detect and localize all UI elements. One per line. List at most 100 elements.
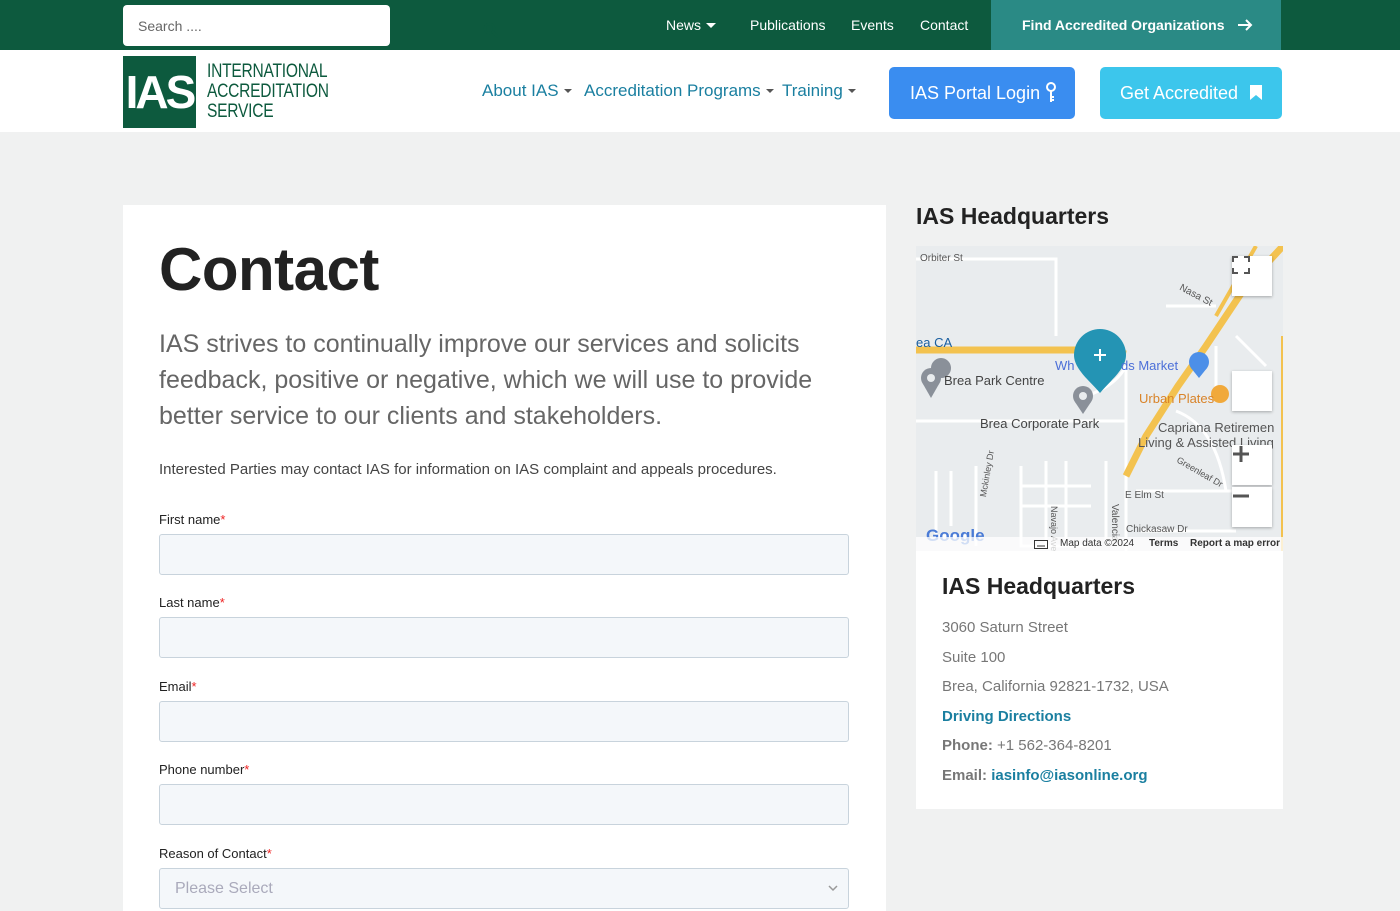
nav-accreditation-programs-label: Accreditation Programs bbox=[584, 81, 761, 100]
zoom-out-button[interactable] bbox=[1232, 487, 1272, 527]
map-label-brea-ca: ea CA bbox=[916, 335, 953, 350]
reason-label: Reason of Contact* bbox=[159, 846, 272, 861]
arrow-right-icon bbox=[1238, 19, 1253, 31]
top-bar: News Publications Events Contact Find Ac… bbox=[0, 0, 1400, 50]
logo-text: INTERNATIONAL ACCREDITATION SERVICE bbox=[207, 62, 329, 122]
required-mark: * bbox=[219, 595, 225, 610]
first-name-label: First name* bbox=[159, 512, 225, 527]
email-line: Email: iasinfo@iasonline.org bbox=[942, 767, 1148, 784]
find-accredited-button[interactable]: Find Accredited Organizations bbox=[991, 0, 1281, 50]
map-label-urban-plates: Urban Plates bbox=[1139, 391, 1215, 406]
address-line-2: Suite 100 bbox=[942, 649, 1006, 666]
reason-label-text: Reason of Contact bbox=[159, 846, 267, 861]
topnav-contact-label: Contact bbox=[920, 17, 969, 33]
map-label-capriana: Capriana Retiremen bbox=[1158, 420, 1275, 435]
email-label-text: Email bbox=[159, 679, 192, 694]
address-line-3: Brea, California 92821-1732, USA bbox=[942, 678, 1169, 695]
logo-line-3: SERVICE bbox=[207, 101, 274, 122]
portal-login-button[interactable]: IAS Portal Login bbox=[889, 67, 1075, 119]
map-label-elm: E Elm St bbox=[1125, 490, 1164, 501]
contact-card: Contact IAS strives to continually impro… bbox=[123, 205, 886, 911]
map-footer: Map data ©2024 Terms Report a map error bbox=[916, 537, 1283, 551]
map-label-market: ds Market bbox=[1121, 358, 1179, 373]
phone-field[interactable] bbox=[159, 784, 849, 825]
page-title: Contact bbox=[159, 236, 379, 303]
phone-line: Phone: +1 562-364-8201 bbox=[942, 737, 1112, 754]
topnav-publications[interactable]: Publications bbox=[750, 0, 826, 50]
caret-down-icon bbox=[563, 89, 572, 93]
reason-select[interactable]: Please Select bbox=[159, 868, 849, 909]
site-header: IAS INTERNATIONAL ACCREDITATION SERVICE … bbox=[0, 50, 1400, 132]
sidebar-title: IAS Headquarters bbox=[916, 203, 1110, 229]
plus-icon bbox=[1233, 446, 1249, 462]
zoom-in-button[interactable] bbox=[1232, 445, 1272, 485]
map-label-wh: Wh bbox=[1055, 358, 1075, 373]
get-accredited-label: Get Accredited bbox=[1120, 82, 1239, 103]
map-widget[interactable]: Orbiter St Nasa St ea CA Brea Park Centr… bbox=[916, 246, 1283, 551]
nav-accreditation-programs[interactable]: Accreditation Programs bbox=[584, 50, 774, 132]
topnav-publications-label: Publications bbox=[750, 17, 826, 33]
last-name-field[interactable] bbox=[159, 617, 849, 658]
address-line-1: 3060 Saturn Street bbox=[942, 619, 1068, 636]
nav-about-ias[interactable]: About IAS bbox=[482, 50, 572, 132]
caret-down-icon bbox=[847, 89, 856, 93]
map-report-link[interactable]: Report a map error bbox=[1190, 538, 1280, 549]
search-box bbox=[123, 5, 499, 46]
email-link[interactable]: iasinfo@iasonline.org bbox=[991, 767, 1147, 784]
search-input[interactable] bbox=[123, 5, 353, 46]
logo-mark: IAS bbox=[123, 56, 196, 128]
hq-title: IAS Headquarters bbox=[942, 573, 1136, 599]
first-name-label-text: First name bbox=[159, 512, 221, 527]
phone-value: +1 562-364-8201 bbox=[997, 737, 1112, 754]
driving-directions-link[interactable]: Driving Directions bbox=[942, 708, 1071, 725]
street-view-button[interactable] bbox=[1232, 371, 1272, 411]
find-accredited-label: Find Accredited Organizations bbox=[1022, 17, 1225, 33]
nav-training-label: Training bbox=[782, 81, 843, 100]
email-label: Email* bbox=[159, 679, 197, 694]
bookmark-icon bbox=[1250, 85, 1262, 100]
topnav-contact[interactable]: Contact bbox=[920, 0, 968, 50]
map-label-chickasaw: Chickasaw Dr bbox=[1126, 524, 1188, 535]
map-label-brea-park-centre: Brea Park Centre bbox=[944, 373, 1045, 388]
required-mark: * bbox=[191, 679, 197, 694]
reason-select-value: Please Select bbox=[175, 880, 273, 897]
last-name-label: Last name* bbox=[159, 595, 225, 610]
topnav-news-label: News bbox=[666, 17, 702, 33]
nav-about-ias-label: About IAS bbox=[482, 81, 559, 100]
phone-label: Phone: bbox=[942, 737, 993, 754]
hq-info-card: IAS Headquarters 3060 Saturn Street Suit… bbox=[916, 551, 1283, 809]
caret-down-icon bbox=[765, 89, 774, 93]
lead-paragraph: IAS strives to continually improve our s… bbox=[159, 330, 813, 430]
ias-logo[interactable]: IAS INTERNATIONAL ACCREDITATION SERVICE bbox=[123, 56, 329, 128]
required-mark: * bbox=[266, 846, 272, 861]
minus-icon bbox=[1233, 494, 1249, 498]
key-icon bbox=[1046, 82, 1056, 102]
search-icon[interactable] bbox=[483, 22, 499, 38]
map-label-orbiter: Orbiter St bbox=[920, 253, 963, 264]
nav-training[interactable]: Training bbox=[782, 50, 856, 132]
topnav-events-label: Events bbox=[851, 17, 894, 33]
map-label-brea-corporate-park: Brea Corporate Park bbox=[980, 416, 1100, 431]
get-accredited-button[interactable]: Get Accredited bbox=[1100, 67, 1282, 119]
last-name-label-text: Last name bbox=[159, 595, 220, 610]
portal-login-label: IAS Portal Login bbox=[910, 82, 1041, 103]
chevron-down-icon bbox=[828, 885, 838, 892]
phone-label: Phone number* bbox=[159, 762, 249, 777]
phone-label-text: Phone number bbox=[159, 762, 245, 777]
email-field[interactable] bbox=[159, 701, 849, 742]
first-name-field[interactable] bbox=[159, 534, 849, 575]
topnav-news[interactable]: News bbox=[666, 0, 717, 50]
map-terms-link[interactable]: Terms bbox=[1149, 538, 1178, 549]
map-data-credit: Map data ©2024 bbox=[1060, 538, 1135, 549]
map-roads bbox=[916, 246, 1283, 551]
fullscreen-button[interactable] bbox=[1232, 256, 1272, 296]
map-label-valencia: Valencia bbox=[1109, 504, 1120, 542]
caret-down-icon bbox=[706, 22, 717, 28]
email-label: Email: bbox=[942, 767, 988, 784]
keyboard-icon[interactable] bbox=[1034, 540, 1048, 549]
logo-line-1: INTERNATIONAL bbox=[207, 61, 328, 82]
required-mark: * bbox=[244, 762, 250, 777]
topnav-events[interactable]: Events bbox=[851, 0, 894, 50]
required-mark: * bbox=[220, 512, 226, 527]
logo-line-2: ACCREDITATION bbox=[207, 81, 329, 102]
